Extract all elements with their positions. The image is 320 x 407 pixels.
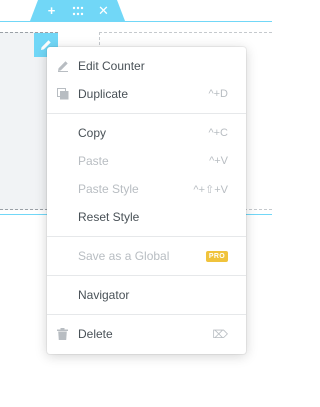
menu-item-navigator[interactable]: Navigator bbox=[47, 281, 246, 309]
menu-group-navigator: Navigator bbox=[47, 276, 246, 315]
menu-item-paste-style[interactable]: Paste Style ^+⇧+V bbox=[47, 175, 246, 203]
menu-group-edit: Edit Counter Duplicate ^+D bbox=[47, 47, 246, 114]
drag-section-handle[interactable] bbox=[71, 4, 85, 18]
menu-item-paste[interactable]: Paste ^+V bbox=[47, 147, 246, 175]
menu-item-label: Paste Style bbox=[78, 182, 139, 196]
menu-item-duplicate[interactable]: Duplicate ^+D bbox=[47, 80, 246, 108]
shortcut-hint: ^+⇧+V bbox=[193, 183, 228, 196]
menu-group-delete: Delete ⌦ bbox=[47, 315, 246, 353]
pencil-icon bbox=[58, 61, 68, 72]
menu-item-label: Edit Counter bbox=[78, 59, 145, 73]
menu-item-edit-counter[interactable]: Edit Counter bbox=[47, 52, 246, 80]
shortcut-hint: ^+V bbox=[209, 155, 228, 167]
menu-item-label: Navigator bbox=[78, 288, 130, 302]
menu-item-delete[interactable]: Delete ⌦ bbox=[47, 320, 246, 348]
menu-item-reset-style[interactable]: Reset Style bbox=[47, 203, 246, 231]
context-menu: Edit Counter Duplicate ^+D Copy ^+C Past… bbox=[47, 47, 246, 354]
menu-group-global: Save as a Global PRO bbox=[47, 237, 246, 276]
section-handle: + ✕ bbox=[30, 0, 125, 21]
shortcut-hint: ^+C bbox=[208, 127, 228, 139]
menu-item-copy[interactable]: Copy ^+C bbox=[47, 119, 246, 147]
menu-item-label: Copy bbox=[78, 126, 107, 140]
menu-item-label: Duplicate bbox=[78, 87, 129, 101]
trash-icon bbox=[57, 328, 68, 340]
menu-item-label: Reset Style bbox=[78, 210, 140, 224]
add-section-button[interactable]: + bbox=[45, 3, 59, 18]
menu-item-label: Delete bbox=[78, 327, 113, 341]
menu-group-clipboard: Copy ^+C Paste ^+V Paste Style ^+⇧+V Res… bbox=[47, 114, 246, 237]
pro-badge: PRO bbox=[205, 250, 228, 262]
menu-item-label: Paste bbox=[78, 154, 109, 168]
duplicate-icon bbox=[57, 88, 69, 100]
delete-key-icon: ⌦ bbox=[212, 328, 228, 341]
section-top-border bbox=[0, 21, 272, 22]
shortcut-hint: ^+D bbox=[208, 88, 228, 100]
menu-item-save-as-global[interactable]: Save as a Global PRO bbox=[47, 242, 246, 270]
menu-item-label: Save as a Global bbox=[78, 249, 170, 263]
drag-handle-icon bbox=[72, 6, 83, 15]
close-section-button[interactable]: ✕ bbox=[97, 3, 111, 18]
